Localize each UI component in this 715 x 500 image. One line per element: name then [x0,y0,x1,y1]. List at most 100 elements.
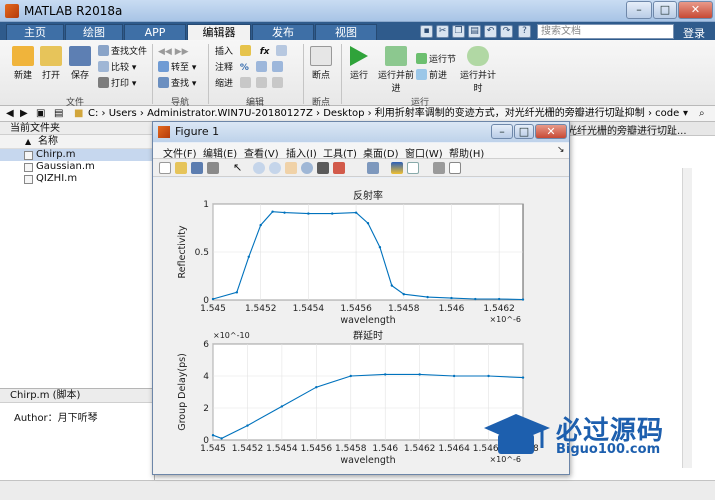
search-documentation-input[interactable]: 搜索文档 [537,24,674,39]
save-label: 保存 [70,71,89,81]
run-time-button[interactable]: 运行并计时 [459,46,497,94]
breakpoint-button[interactable]: 断点 [303,46,339,81]
data-point [220,437,223,440]
data-point [418,373,421,376]
paste-quick-icon[interactable]: ▤ [468,25,481,38]
tab-apps[interactable]: APP [124,24,186,40]
maximize-button[interactable]: □ [653,1,677,19]
address-bar[interactable]: ◀ ▶ ▣ ▤ ■ C: › Users › Administrator.WIN… [0,106,715,122]
data-point [402,293,405,296]
menu-edit[interactable]: 编辑(E) [203,145,237,160]
data-cursor-icon[interactable] [317,162,329,174]
decrease-indent-icon [271,77,283,88]
figure-minimize-button[interactable]: – [491,124,513,139]
details-header: Chirp.m (脚本) [0,389,154,403]
tab-view[interactable]: 视图 [315,24,377,40]
tab-publish[interactable]: 发布 [252,24,314,40]
login-link[interactable]: 登录 [683,25,705,41]
folder-icon: ■ [74,108,84,119]
new-figure-icon[interactable] [159,162,171,174]
menu-view[interactable]: 查看(V) [244,145,279,160]
open-file-icon[interactable] [175,162,187,174]
up-folder-icon[interactable]: ▣ [36,106,45,121]
colorbar-icon[interactable] [391,162,403,174]
run-section-button[interactable]: 运行节 [416,53,456,67]
data-point [384,373,387,376]
file-row-gaussian[interactable]: Gaussian.m [0,161,154,173]
file-name: Chirp.m [36,149,76,160]
show-plot-tools-icon[interactable] [449,162,461,174]
data-point [331,212,334,215]
save-quick-icon[interactable]: ▪ [420,25,433,38]
print-button[interactable]: 打印 ▾ [98,77,136,91]
printer-icon [98,77,109,88]
back-icon[interactable]: ◀ [6,106,14,121]
link-plot-icon[interactable] [367,162,379,174]
brush-icon[interactable] [333,162,345,174]
data-point [349,374,352,378]
indent-button[interactable]: 缩进 [215,77,285,91]
figure-maximize-button[interactable]: □ [514,124,534,139]
goto-button[interactable]: 转至 ▾ [158,61,196,75]
menu-arrow-icon[interactable]: ↘ [557,145,565,155]
path-search-icon[interactable]: ⌕ [699,106,705,121]
figure-title: Figure 1 [175,125,220,138]
undo-quick-icon[interactable]: ↶ [484,25,497,38]
forward-icon[interactable]: ▶ [20,106,28,121]
print-figure-icon[interactable] [207,162,219,174]
y-tick-label: 0 [203,296,209,306]
find-files-button[interactable]: 查找文件 [98,45,147,59]
menu-tools[interactable]: 工具(T) [323,145,357,160]
y-tick-label: 0 [203,436,209,446]
compare-button[interactable]: 比较 ▾ [98,61,136,75]
breakpoint-icon [310,46,332,66]
file-row-chirp[interactable]: Chirp.m [0,149,154,161]
file-row-qizhi[interactable]: QIZHI.m [0,173,154,185]
close-button[interactable]: ✕ [678,1,713,19]
x-tick-label: 1.5454 [293,304,325,314]
zoom-in-icon[interactable] [253,162,265,174]
data-point [497,297,501,301]
y-tick-label: 1 [203,200,209,210]
cut-quick-icon[interactable]: ✂ [436,25,449,38]
advance-icon [416,69,427,80]
pan-hand-icon[interactable] [285,162,297,174]
zoom-out-icon[interactable] [269,162,281,174]
open-label: 打开 [41,71,60,81]
pointer-icon[interactable]: ↖ [233,162,245,174]
folder-open-icon [40,46,62,66]
x-axis-label: wavelength [340,455,395,466]
menu-help[interactable]: 帮助(H) [449,145,484,160]
data-point [247,255,250,258]
back-forward-buttons[interactable]: ◀◀ ▶▶ [158,45,189,59]
find-button[interactable]: 查找 ▾ [158,77,196,91]
legend-icon[interactable] [407,162,419,174]
help-quick-icon[interactable]: ? [518,25,531,38]
minimize-button[interactable]: – [626,1,652,19]
tab-editor[interactable]: 编辑器 [187,24,251,40]
insert-button[interactable]: 插入 fx [215,45,289,59]
run-button[interactable]: 运行 [341,46,377,81]
rotate-3d-icon[interactable] [301,162,313,174]
watermark-logo: 必过源码 Biguo100.com [480,410,700,466]
menu-window[interactable]: 窗口(W) [405,145,443,160]
tab-home[interactable]: 主页 [6,24,64,40]
save-button[interactable]: 保存 [62,46,98,81]
advance-button[interactable]: 前进 [416,69,447,83]
current-path[interactable]: C: › Users › Administrator.WIN7U-2018012… [88,106,679,121]
redo-quick-icon[interactable]: ↷ [500,25,513,38]
menu-insert[interactable]: 插入(I) [286,145,317,160]
hide-plot-tools-icon[interactable] [433,162,445,174]
menu-file[interactable]: 文件(F) [163,145,197,160]
path-dropdown-icon[interactable]: ▾ [683,106,688,121]
browse-folder-icon[interactable]: ▤ [54,106,63,121]
menu-desktop[interactable]: 桌面(D) [363,145,399,160]
figure-close-button[interactable]: ✕ [535,124,567,139]
tab-plots[interactable]: 绘图 [65,24,123,40]
copy-quick-icon[interactable]: ❐ [452,25,465,38]
save-figure-icon[interactable] [191,162,203,174]
name-column-header[interactable]: ▲ 名称 [0,135,154,149]
goto-label: 转至 [171,63,190,73]
comment-button[interactable]: 注释 % [215,61,285,75]
run-advance-button[interactable]: 运行并前进 [377,46,415,94]
